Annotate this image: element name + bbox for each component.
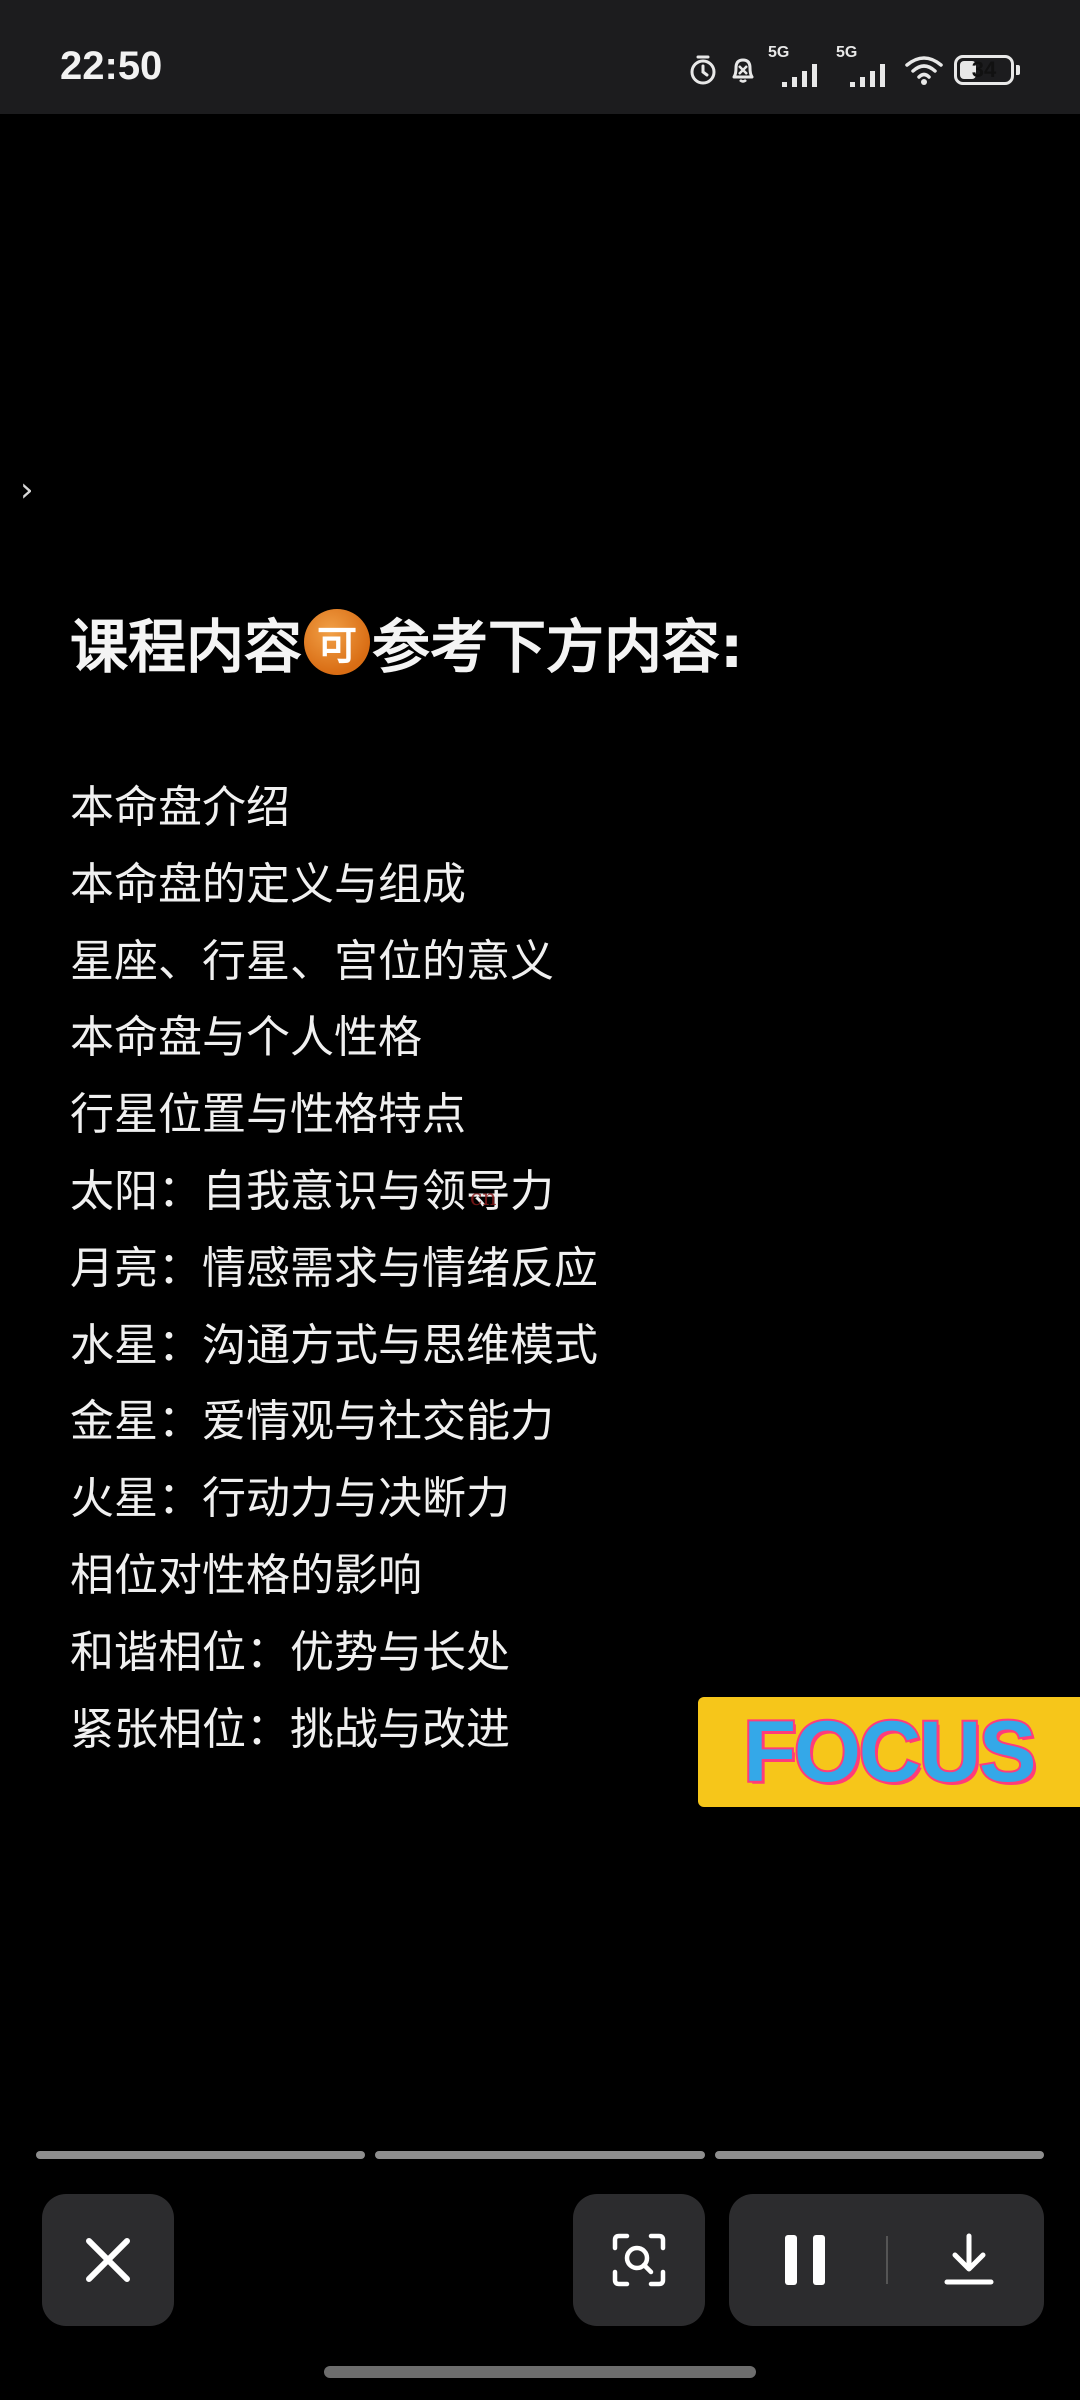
- list-item: 本命盘与个人性格: [70, 1012, 422, 1064]
- signal-icon: [782, 64, 817, 87]
- list-item: 本命盘介绍: [70, 782, 290, 833]
- list-item: 太阳：自我意识与领导力: [70, 1165, 554, 1217]
- list-item: 相位对性格的影响: [70, 1549, 422, 1601]
- list-item: 火星：行动力与决断力: [70, 1473, 510, 1525]
- progress-segment: [714, 2151, 1044, 2159]
- battery-cap: [1016, 65, 1020, 75]
- list-item: 行星位置与性格特点: [70, 1089, 466, 1141]
- notification-muted-icon: [732, 58, 754, 83]
- list-item: 本命盘的定义与组成: [70, 858, 466, 910]
- list-item: 紧张相位：挑战与改进: [70, 1703, 510, 1755]
- content-heading: 课程内容 可 参考下方内容:: [70, 600, 743, 684]
- list-item: 和谐相位：优势与长处: [70, 1626, 510, 1678]
- close-button[interactable]: [42, 2194, 174, 2326]
- pause-icon: [784, 2235, 825, 2285]
- cellular-signal-1: 5G: [768, 44, 826, 90]
- story-progress-bar: [36, 2151, 1044, 2159]
- list-item: 月亮：情感需求与情绪反应: [70, 1242, 598, 1294]
- focus-sticker: FOCUS: [698, 1697, 1080, 1807]
- list-item: 星座、行星、宫位的意义: [70, 935, 554, 987]
- progress-segment: [36, 2151, 366, 2159]
- list-item: 水星：沟通方式与思维模式: [70, 1319, 598, 1371]
- sticker-text: FOCUS: [742, 1702, 1039, 1802]
- battery-icon: 34: [954, 55, 1014, 85]
- progress-segment: [375, 2151, 705, 2159]
- heading-badge: 可: [304, 609, 371, 675]
- download-button[interactable]: [899, 2194, 1039, 2326]
- list-item: 金星：爱情观与社交能力: [70, 1396, 554, 1448]
- chevron-right-icon[interactable]: ›: [20, 470, 34, 510]
- image-search-icon: [612, 2233, 666, 2287]
- heading-suffix: 参考下方内容:: [372, 613, 744, 681]
- status-time: 22:50: [60, 44, 163, 88]
- signal-icon: [850, 64, 885, 87]
- home-indicator[interactable]: [324, 2366, 756, 2378]
- download-icon: [944, 2233, 993, 2285]
- wifi-icon: [905, 56, 943, 85]
- status-bar: 22:50 5G 5G 34: [0, 0, 1080, 114]
- pause-button[interactable]: [735, 2194, 875, 2326]
- playback-controls: [729, 2194, 1044, 2326]
- cellular-signal-2: 5G: [836, 44, 894, 90]
- watermark: cn: [470, 1186, 497, 1211]
- battery-level: 34: [971, 57, 997, 82]
- heading-prefix: 课程内容: [70, 613, 303, 681]
- course-content-list: 本命盘介绍 本命盘的定义与组成 星座、行星、宫位的意义 本命盘与个人性格 行星位…: [70, 770, 598, 1768]
- divider: [885, 2236, 888, 2284]
- image-search-button[interactable]: [573, 2194, 705, 2326]
- status-icons: 5G 5G 34: [688, 44, 1020, 90]
- alarm-icon: [690, 55, 716, 85]
- close-icon: [86, 2238, 130, 2282]
